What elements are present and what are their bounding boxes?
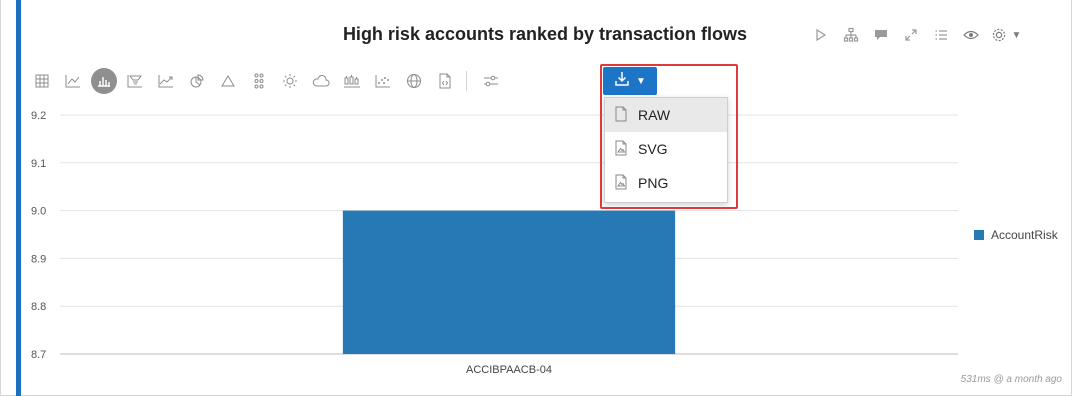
y-tick-label: 9.1	[31, 158, 46, 170]
y-tick-label: 9.2	[31, 110, 46, 122]
y-tick-label: 9.0	[31, 206, 46, 218]
bar	[342, 210, 676, 354]
chevron-down-icon: ▼	[636, 75, 646, 87]
download-menu: RAW SVG PNG	[604, 97, 728, 203]
y-tick-label: 8.9	[31, 253, 46, 265]
download-menu-label: PNG	[638, 175, 669, 191]
download-menu-item-raw[interactable]: RAW	[605, 98, 727, 132]
image-file-icon	[614, 174, 628, 193]
image-file-icon	[614, 140, 628, 159]
file-icon	[614, 106, 628, 125]
download-menu-item-png[interactable]: PNG	[605, 166, 727, 200]
y-tick-label: 8.8	[31, 301, 46, 313]
download-menu-label: SVG	[638, 141, 668, 157]
download-menu-label: RAW	[638, 107, 671, 123]
query-timing: 531ms @ a month ago	[960, 374, 1062, 385]
download-button[interactable]: ▼	[603, 67, 657, 95]
download-icon	[614, 71, 630, 92]
x-tick-label: ACCIBPAACB-04	[466, 364, 552, 376]
legend-swatch	[974, 230, 984, 240]
y-tick-label: 8.7	[31, 349, 46, 361]
chart-legend: AccountRisk	[974, 228, 1058, 242]
download-menu-item-svg[interactable]: SVG	[605, 132, 727, 166]
legend-label: AccountRisk	[991, 228, 1058, 242]
bar-chart: 9.2 9.1 9.0 8.9 8.8 8.7 ACCIBPAACB-04	[31, 110, 958, 376]
